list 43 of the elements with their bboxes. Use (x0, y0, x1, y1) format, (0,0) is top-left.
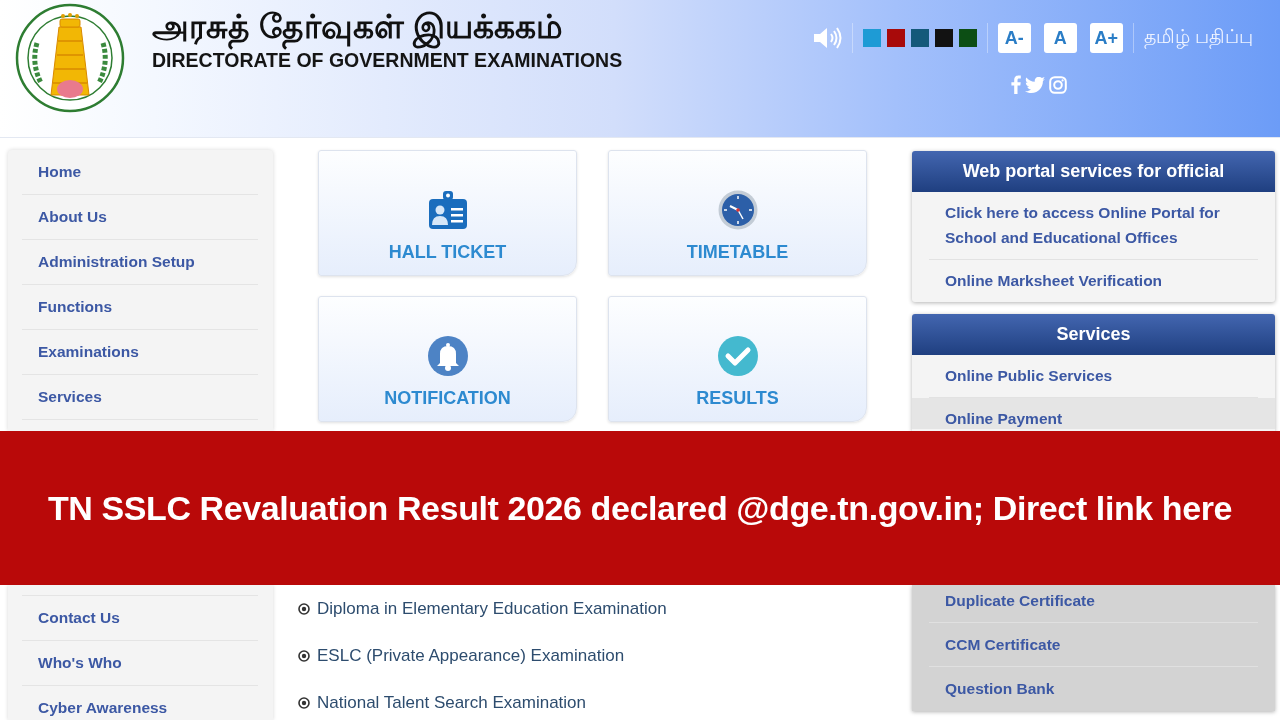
bird-icon[interactable] (1024, 76, 1045, 93)
theme-swatch-icon[interactable] (934, 29, 953, 47)
sidebar-link[interactable]: Services (22, 375, 258, 420)
panel-header: Web portal services for official (912, 151, 1275, 192)
bullet-icon (298, 697, 310, 709)
tile-button[interactable]: TIMETABLE (608, 150, 867, 276)
speaker-icon[interactable] (812, 27, 842, 49)
f-logo-icon[interactable] (1010, 75, 1021, 94)
sidebar-link[interactable]: Administration Setup (22, 240, 258, 285)
panel-link[interactable]: Question Bank (912, 667, 1275, 711)
panel-header: Services (912, 314, 1275, 355)
headline-text: TN SSLC Revaluation Result 2026 declared @dge.tn.gov.in; Direct link here (47, 488, 1233, 528)
site-subtitle: DIRECTORATE OF GOVERNMENT EXAMINATIONS (152, 49, 623, 72)
clock-icon (717, 190, 758, 230)
exam-link[interactable]: Diploma in Elementary Education Examination (317, 599, 667, 619)
exam-link[interactable]: ESLC (Private Appearance) Examination (317, 646, 625, 666)
sidebar-link[interactable]: Home (22, 150, 258, 195)
bullet-icon (298, 650, 310, 662)
sidebar-link[interactable]: Functions (22, 285, 258, 330)
id-badge-icon (427, 190, 468, 230)
theme-swatch-icon[interactable] (886, 29, 905, 47)
theme-swatch-icon[interactable] (862, 29, 881, 47)
exam-link[interactable]: National Talent Search Examination (317, 693, 586, 713)
font-size-button[interactable]: A- (997, 23, 1031, 53)
tile-button[interactable]: NOTIFICATION (318, 296, 577, 422)
sidebar-link[interactable]: About Us (22, 195, 258, 240)
tile-button[interactable]: RESULTS (608, 296, 867, 422)
camera-icon[interactable] (1048, 75, 1067, 94)
sidebar-link[interactable]: Who's Who (22, 641, 258, 686)
sidebar-link[interactable]: Examinations (22, 330, 258, 375)
tile-button[interactable]: HALL TICKET (318, 150, 577, 276)
theme-swatch-icon[interactable] (910, 29, 929, 47)
font-size-button[interactable]: A (1043, 23, 1077, 53)
site-title: அரசுத் தேர்வுகள் இயக்ககம் (152, 6, 623, 48)
sidebar-link[interactable]: Cyber Awareness (22, 686, 258, 718)
bullet-icon (298, 603, 310, 615)
panel-link[interactable]: Online Marksheet Verification (912, 260, 1275, 302)
panel-link[interactable]: Online Payment (912, 398, 1275, 429)
sidebar-link[interactable]: Contact Us (22, 595, 258, 641)
font-size-button[interactable]: A+ (1089, 23, 1123, 53)
theme-swatch-icon[interactable] (958, 29, 977, 47)
checkmark-icon (717, 336, 758, 376)
bell-icon (427, 336, 468, 376)
